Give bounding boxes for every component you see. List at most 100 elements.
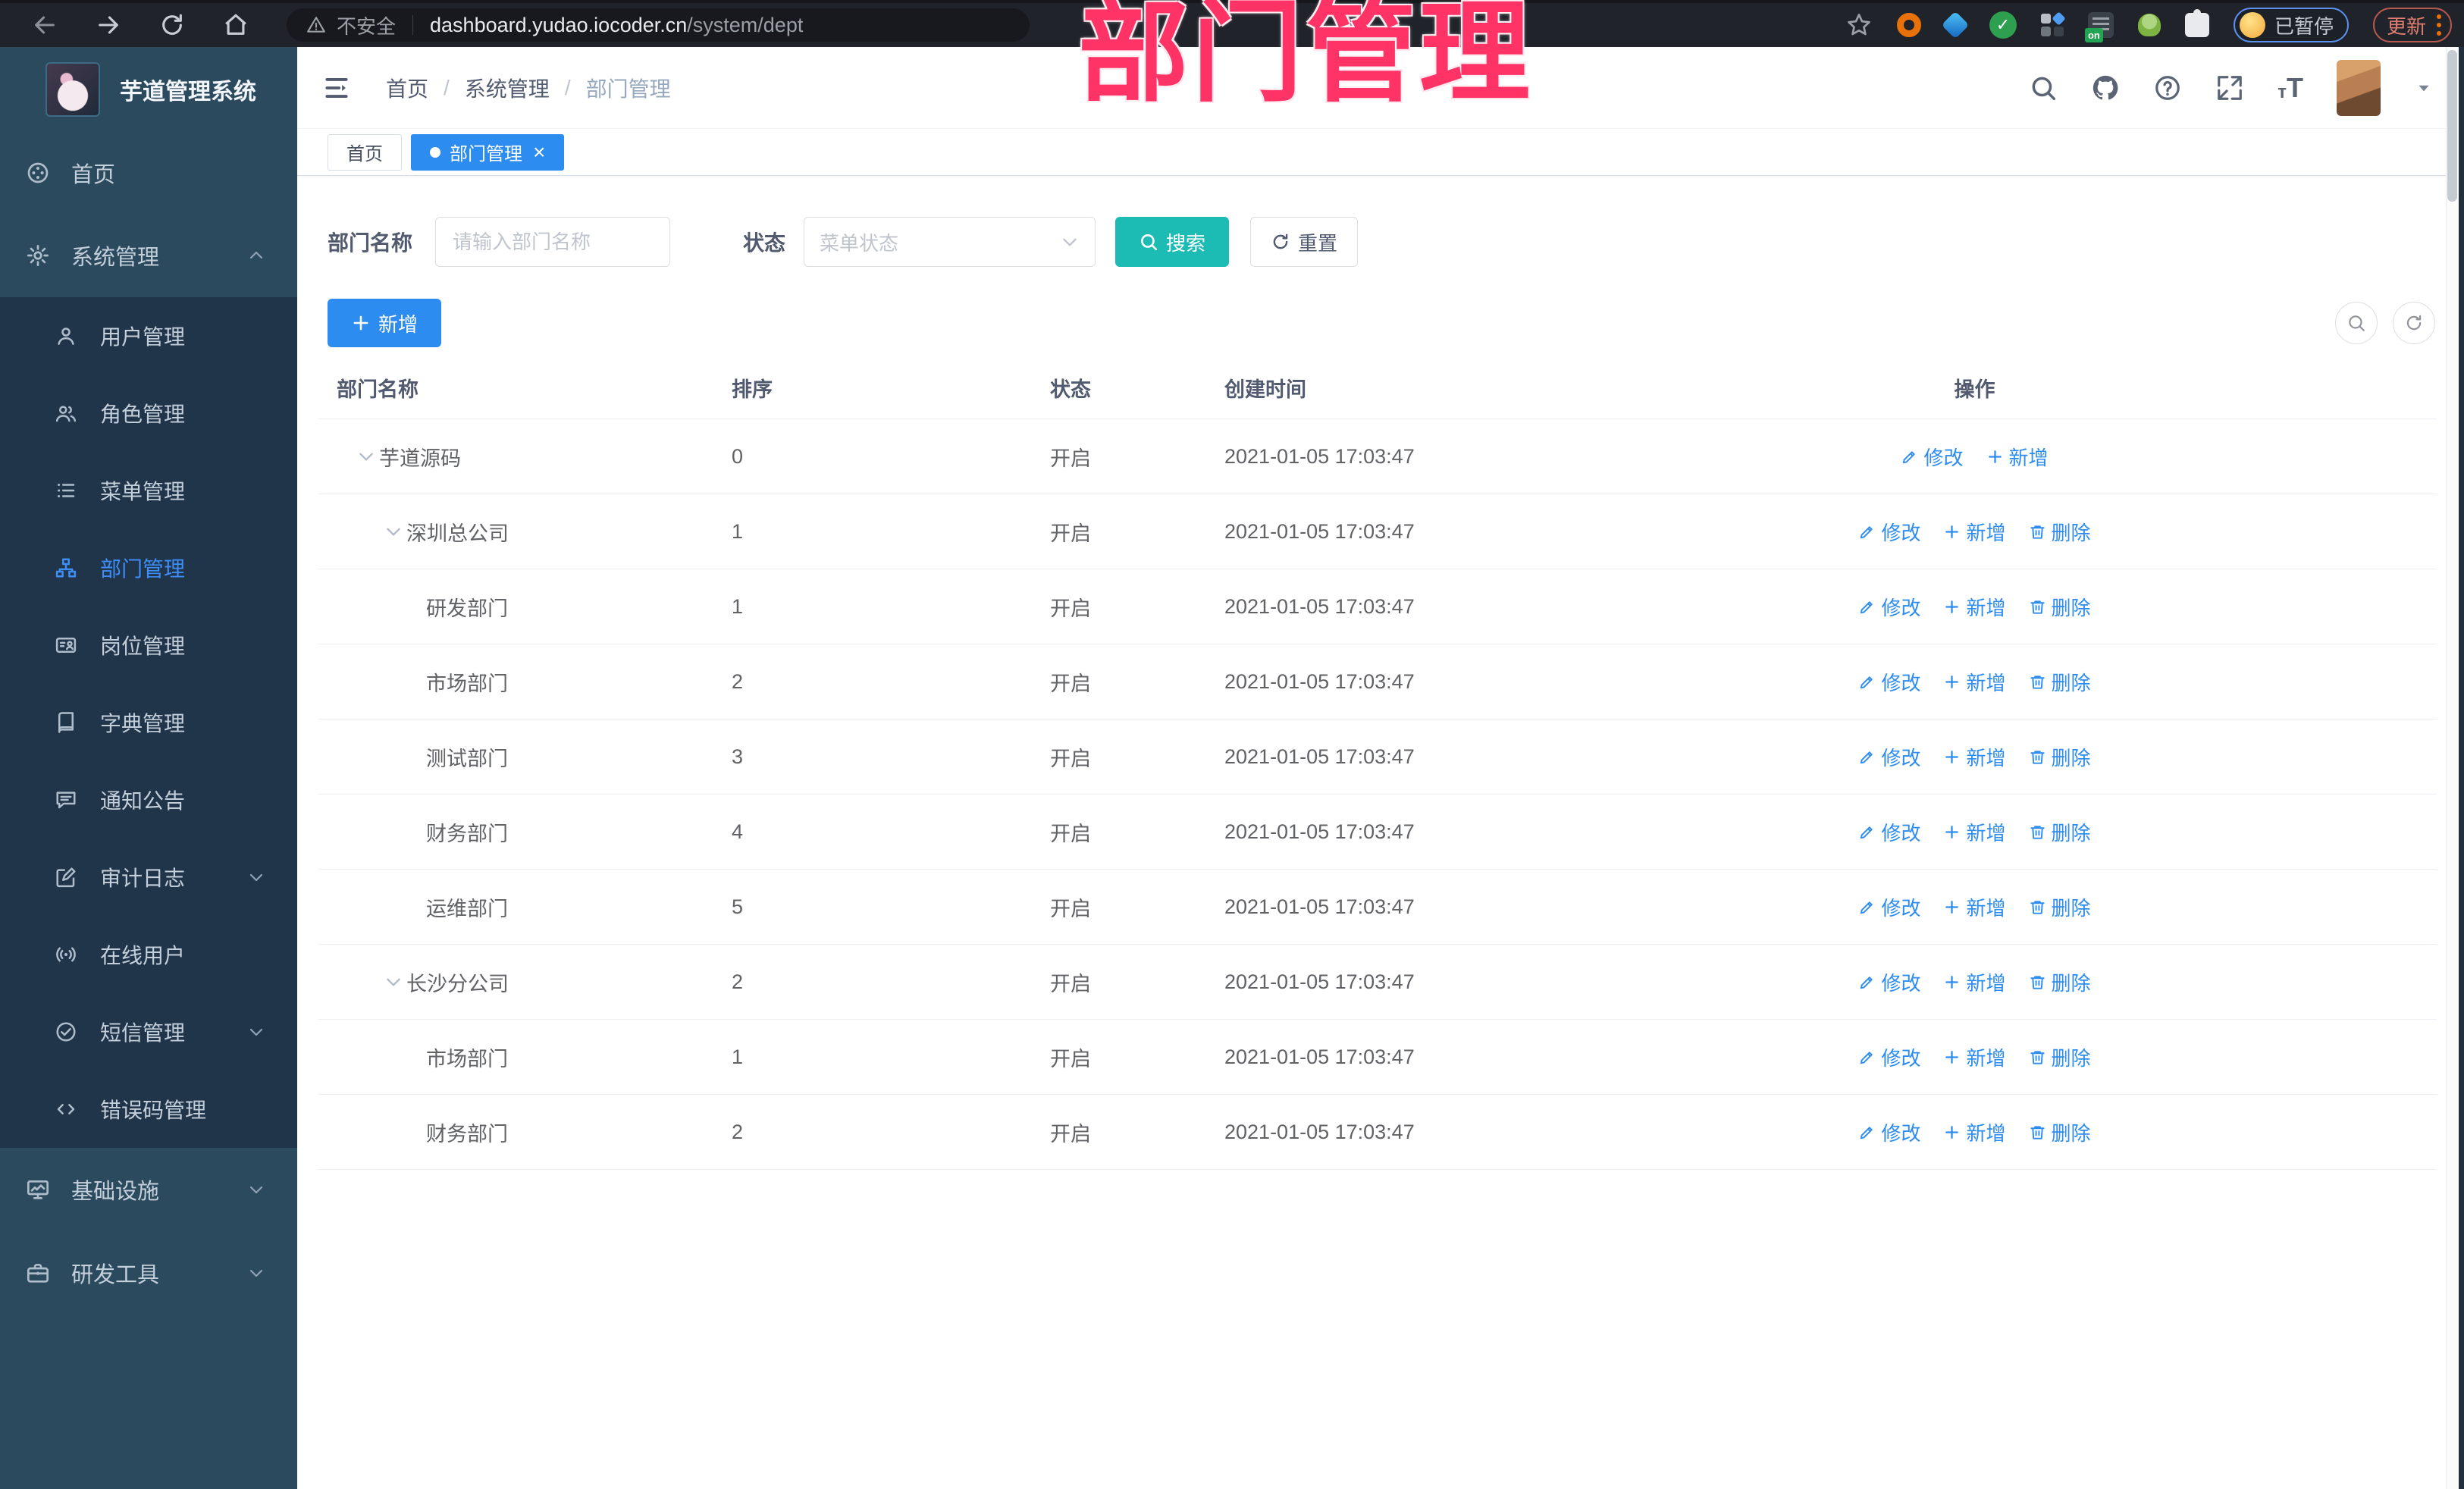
row-delete-link[interactable]: 删除 (2029, 668, 2091, 696)
row-edit-link[interactable]: 修改 (1858, 818, 1920, 846)
row-delete-link[interactable]: 删除 (2029, 968, 2091, 996)
sidebar-item-system[interactable]: 系统管理 (0, 214, 297, 297)
avatar-caret-down-icon[interactable] (2414, 78, 2434, 98)
app-logo-row[interactable]: 芋道管理系统 (0, 47, 297, 132)
row-edit-link[interactable]: 修改 (1858, 1043, 1920, 1071)
table-row[interactable]: 市场部门 1 开启 2021-01-05 17:03:47 修改 新增 删除 (318, 1020, 2437, 1095)
table-row[interactable]: 研发部门 1 开启 2021-01-05 17:03:47 修改 新增 删除 (318, 569, 2437, 644)
table-row[interactable]: 运维部门 5 开启 2021-01-05 17:03:47 修改 新增 删除 (318, 870, 2437, 945)
breadcrumb-home[interactable]: 首页 (386, 73, 428, 103)
tab-close-icon[interactable]: × (533, 141, 545, 163)
sidebar-item-dict[interactable]: 字典管理 (0, 684, 297, 761)
sidebar-item-online[interactable]: 在线用户 (0, 916, 297, 993)
tab-home[interactable]: 首页 (328, 133, 402, 171)
row-delete-link[interactable]: 删除 (2029, 1043, 2091, 1071)
row-add-link[interactable]: 新增 (1943, 743, 2006, 771)
row-delete-link[interactable]: 删除 (2029, 743, 2091, 771)
extensions-puzzle-icon[interactable] (2184, 9, 2209, 37)
font-size-icon[interactable]: тT (2277, 74, 2303, 102)
row-edit-link[interactable]: 修改 (1901, 443, 1964, 471)
row-edit-link[interactable]: 修改 (1858, 968, 1920, 996)
row-add-link[interactable]: 新增 (1943, 893, 2006, 921)
sidebar-item-menu[interactable]: 菜单管理 (0, 452, 297, 529)
extension-green-check-icon[interactable]: ✓ (1989, 11, 2017, 39)
sidebar-item-audit[interactable]: 审计日志 (0, 839, 297, 916)
row-edit-link[interactable]: 修改 (1858, 1118, 1920, 1146)
browser-back-icon[interactable] (32, 12, 58, 38)
row-expand-icon[interactable] (356, 447, 376, 466)
table-row[interactable]: 市场部门 2 开启 2021-01-05 17:03:47 修改 新增 删除 (318, 644, 2437, 719)
profile-paused-badge[interactable]: 已暂停 (2233, 8, 2349, 42)
row-delete-link[interactable]: 删除 (2029, 518, 2091, 546)
row-edit-link[interactable]: 修改 (1858, 518, 1920, 546)
row-add-link[interactable]: 新增 (1943, 818, 2006, 846)
sidebar-item-errorcode[interactable]: 错误码管理 (0, 1071, 297, 1148)
help-icon[interactable] (2153, 74, 2182, 102)
user-avatar[interactable] (2337, 59, 2381, 116)
browser-forward-icon[interactable] (96, 12, 121, 38)
bookmark-star-icon[interactable] (1845, 11, 1873, 39)
row-expand-icon[interactable] (384, 972, 403, 992)
row-expand-icon[interactable] (384, 522, 403, 541)
sidebar-item-role[interactable]: 角色管理 (0, 375, 297, 452)
extension-orange-icon[interactable] (1896, 13, 1921, 37)
row-delete-link[interactable]: 删除 (2029, 818, 2091, 846)
breadcrumb-system[interactable]: 系统管理 (465, 73, 550, 103)
row-edit-link[interactable]: 修改 (1858, 668, 1920, 696)
scrollbar-track[interactable] (2446, 47, 2459, 1489)
row-delete-link[interactable]: 删除 (2029, 893, 2091, 921)
scrollbar-thumb[interactable] (2447, 50, 2457, 202)
fullscreen-icon[interactable] (2215, 74, 2244, 102)
row-edit-link[interactable]: 修改 (1858, 593, 1920, 621)
row-edit-link[interactable]: 修改 (1858, 743, 1920, 771)
toggle-search-button[interactable] (2335, 302, 2378, 344)
sidebar-item-notice[interactable]: 通知公告 (0, 761, 297, 839)
row-add-link[interactable]: 新增 (1943, 668, 2006, 696)
sidebar-item-user[interactable]: 用户管理 (0, 297, 297, 375)
table-row[interactable]: 长沙分公司 2 开启 2021-01-05 17:03:47 修改 新增 删除 (318, 945, 2437, 1020)
refresh-table-button[interactable] (2393, 302, 2435, 344)
row-add-link[interactable]: 新增 (1943, 1043, 2006, 1071)
tab-dept[interactable]: 部门管理 × (411, 133, 565, 171)
address-bar[interactable]: 不安全 dashboard.yudao.iocoder.cn/system/de… (287, 8, 1030, 42)
extension-blue-icon[interactable] (1941, 11, 1970, 39)
org-tree-icon (55, 556, 77, 579)
row-delete-link[interactable]: 删除 (2029, 593, 2091, 621)
browser-menu-icon[interactable] (2437, 14, 2441, 36)
row-delete-link[interactable]: 删除 (2029, 1118, 2091, 1146)
github-icon[interactable] (2091, 74, 2120, 102)
reset-button[interactable]: 重置 (1250, 217, 1359, 267)
add-button[interactable]: 新增 (328, 299, 442, 347)
row-edit-link[interactable]: 修改 (1858, 893, 1920, 921)
table-row[interactable]: 财务部门 2 开启 2021-01-05 17:03:47 修改 新增 删除 (318, 1095, 2437, 1170)
table-row[interactable]: 财务部门 4 开启 2021-01-05 17:03:47 修改 新增 删除 (318, 795, 2437, 870)
search-button[interactable]: 搜索 (1115, 217, 1230, 267)
sidebar-item-dept[interactable]: 部门管理 (0, 529, 297, 607)
sidebar-item-home[interactable]: 首页 (0, 132, 297, 214)
extension-list-on-icon[interactable]: on (2084, 12, 2114, 42)
table-row[interactable]: 芋道源码 0 开启 2021-01-05 17:03:47 修改 新增 (318, 419, 2437, 494)
hamburger-icon[interactable] (322, 74, 351, 102)
row-add-link[interactable]: 新增 (1943, 593, 2006, 621)
table-row[interactable]: 深圳总公司 1 开启 2021-01-05 17:03:47 修改 新增 删除 (318, 494, 2437, 569)
browser-home-icon[interactable] (223, 12, 249, 38)
status-select[interactable]: 菜单状态 (804, 217, 1096, 267)
browser-reload-icon[interactable] (159, 12, 185, 38)
extension-figure-icon[interactable] (2137, 14, 2161, 36)
extension-grid-icon[interactable] (2040, 11, 2066, 36)
sidebar-item-sms[interactable]: 短信管理 (0, 993, 297, 1071)
browser-update-button[interactable]: 更新 (2372, 8, 2452, 42)
sidebar-item-infra[interactable]: 基础设施 (0, 1148, 297, 1231)
sidebar-item-label: 用户管理 (100, 325, 186, 349)
header-search-icon[interactable] (2029, 74, 2058, 102)
sidebar-item-tools[interactable]: 研发工具 (0, 1231, 297, 1315)
row-add-link[interactable]: 新增 (1943, 518, 2006, 546)
row-add-link[interactable]: 新增 (1943, 1118, 2006, 1146)
row-add-link[interactable]: 新增 (1986, 443, 2049, 471)
sidebar-item-post[interactable]: 岗位管理 (0, 607, 297, 684)
menu-list-icon (55, 479, 77, 502)
active-tab-dot (430, 146, 440, 158)
dept-name-input[interactable] (435, 217, 671, 267)
row-add-link[interactable]: 新增 (1943, 968, 2006, 996)
table-row[interactable]: 测试部门 3 开启 2021-01-05 17:03:47 修改 新增 删除 (318, 719, 2437, 795)
